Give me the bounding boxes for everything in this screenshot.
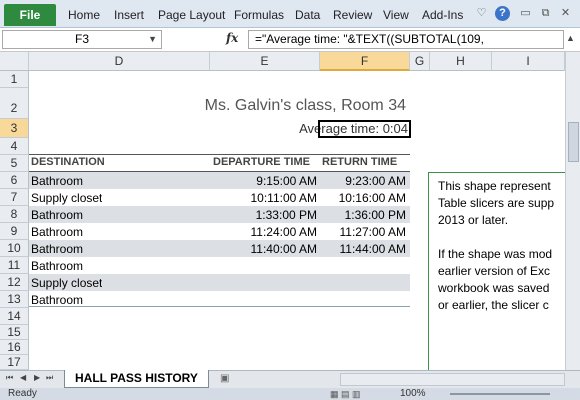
shape-text-line: earlier version of Exc bbox=[438, 264, 551, 278]
tab-view[interactable]: View bbox=[383, 8, 409, 22]
selected-cell-f3[interactable] bbox=[318, 120, 411, 138]
zoom-slider[interactable] bbox=[450, 393, 550, 395]
vertical-scroll-thumb[interactable] bbox=[568, 122, 579, 162]
column-header-g[interactable]: G bbox=[410, 52, 430, 71]
column-header-i[interactable]: I bbox=[492, 52, 565, 71]
shape-text-line: or earlier, the slicer c bbox=[438, 298, 549, 312]
row-header[interactable]: 11 bbox=[0, 257, 29, 274]
last-sheet-icon[interactable]: ⏭ bbox=[46, 373, 53, 383]
row-header[interactable]: 3 bbox=[0, 119, 29, 138]
return-cell[interactable]: 11:44:00 AM bbox=[320, 242, 407, 256]
tab-formulas[interactable]: Formulas bbox=[234, 8, 284, 22]
tab-home[interactable]: Home bbox=[68, 8, 100, 22]
row-header[interactable]: 9 bbox=[0, 223, 29, 240]
status-bar: Ready ▦ ▤ ▥ 100% bbox=[0, 388, 580, 400]
sheet-tab-hall-pass-history[interactable]: HALL PASS HISTORY bbox=[64, 370, 209, 388]
shape-text-line: If the shape was mod bbox=[438, 247, 553, 261]
next-sheet-icon[interactable]: ▶ bbox=[34, 373, 40, 382]
column-header-h[interactable]: H bbox=[430, 52, 492, 71]
tab-review[interactable]: Review bbox=[333, 8, 372, 22]
departure-cell[interactable]: 11:24:00 AM bbox=[210, 225, 318, 239]
name-box[interactable]: F3 ▼ bbox=[2, 30, 162, 49]
row-header[interactable]: 12 bbox=[0, 274, 29, 291]
row-header[interactable]: 17 bbox=[0, 355, 29, 370]
return-cell[interactable]: 1:36:00 PM bbox=[320, 208, 406, 222]
horizontal-scrollbar[interactable] bbox=[340, 373, 565, 386]
return-cell[interactable]: 10:16:00 AM bbox=[320, 191, 406, 205]
insert-sheet-icon[interactable]: ▣ bbox=[220, 373, 229, 384]
expand-formula-icon[interactable]: ▲ bbox=[566, 33, 575, 43]
row-header[interactable]: 14 bbox=[0, 308, 29, 325]
return-cell[interactable]: 9:23:00 AM bbox=[320, 174, 406, 188]
departure-cell[interactable]: 10:11:00 AM bbox=[210, 191, 318, 205]
row-header[interactable]: 5 bbox=[0, 155, 29, 172]
tab-page-layout[interactable]: Page Layout bbox=[158, 8, 225, 22]
header-return-time[interactable]: RETURN TIME bbox=[322, 156, 397, 168]
destination-cell[interactable]: Bathroom bbox=[31, 208, 83, 222]
row-header[interactable]: 15 bbox=[0, 325, 29, 340]
formula-input[interactable]: ="Average time: "&TEXT((SUBTOTAL(109, bbox=[248, 30, 564, 49]
view-mode-icons[interactable]: ▦ ▤ ▥ bbox=[330, 388, 361, 400]
departure-cell[interactable]: 9:15:00 AM bbox=[210, 174, 317, 188]
return-cell[interactable]: 11:27:00 AM bbox=[320, 225, 407, 239]
row-header[interactable]: 4 bbox=[0, 138, 29, 155]
table-bottom-border bbox=[29, 306, 410, 307]
status-ready: Ready bbox=[8, 388, 37, 399]
formula-bar: F3 ▼ fx ="Average time: "&TEXT((SUBTOTAL… bbox=[0, 28, 580, 52]
chevron-down-icon[interactable]: ▼ bbox=[148, 31, 157, 48]
destination-cell[interactable]: Bathroom bbox=[31, 259, 83, 273]
tab-add-ins[interactable]: Add-Ins bbox=[422, 8, 463, 22]
column-header-f[interactable]: F bbox=[320, 52, 410, 71]
select-all-corner[interactable] bbox=[0, 52, 29, 71]
destination-cell[interactable]: Bathroom bbox=[31, 174, 83, 188]
shape-text-line: 2013 or later. bbox=[438, 213, 509, 227]
header-departure-time[interactable]: DEPARTURE TIME bbox=[213, 156, 310, 168]
tab-data[interactable]: Data bbox=[295, 8, 320, 22]
help-icon[interactable]: ? bbox=[495, 6, 510, 21]
departure-cell[interactable]: 1:33:00 PM bbox=[210, 208, 317, 222]
destination-cell[interactable]: Bathroom bbox=[31, 225, 83, 239]
shape-text-line: workbook was saved bbox=[438, 281, 550, 295]
insert-function-button[interactable]: fx bbox=[226, 31, 238, 45]
row-header[interactable]: 13 bbox=[0, 291, 29, 308]
ribbon: File Home Insert Page Layout Formulas Da… bbox=[0, 0, 580, 28]
destination-cell[interactable]: Bathroom bbox=[31, 293, 83, 307]
column-header-d[interactable]: D bbox=[29, 52, 210, 71]
page-title: Ms. Galvin's class, Room 34 bbox=[204, 97, 406, 114]
name-box-value: F3 bbox=[74, 32, 89, 46]
destination-cell[interactable]: Supply closet bbox=[31, 276, 102, 290]
file-tab[interactable]: File bbox=[4, 4, 56, 26]
restore-icon[interactable]: ⧉ bbox=[538, 6, 553, 21]
destination-cell[interactable]: Supply closet bbox=[31, 191, 102, 205]
zoom-level[interactable]: 100% bbox=[400, 388, 426, 400]
heart-icon[interactable]: ♡ bbox=[474, 6, 489, 21]
row-header[interactable]: 10 bbox=[0, 240, 29, 257]
prev-sheet-icon[interactable]: ◀ bbox=[20, 373, 26, 382]
tab-insert[interactable]: Insert bbox=[114, 8, 144, 22]
column-header-e[interactable]: E bbox=[210, 52, 320, 71]
close-icon[interactable]: ✕ bbox=[558, 6, 573, 21]
header-destination[interactable]: DESTINATION bbox=[31, 156, 105, 168]
row-header[interactable]: 1 bbox=[0, 71, 29, 88]
row-header[interactable]: 8 bbox=[0, 206, 29, 223]
vertical-scrollbar[interactable] bbox=[565, 52, 580, 370]
row-header[interactable]: 2 bbox=[0, 88, 29, 119]
departure-cell[interactable]: 11:40:00 AM bbox=[210, 242, 318, 256]
shape-text-line: This shape represent bbox=[438, 179, 551, 193]
destination-cell[interactable]: Bathroom bbox=[31, 242, 83, 256]
row-header[interactable]: 6 bbox=[0, 172, 29, 189]
shape-text-line: Table slicers are supp bbox=[438, 196, 555, 210]
row-header[interactable]: 7 bbox=[0, 189, 29, 206]
sheet-tab-bar: ⏮ ◀ ▶ ⏭ HALL PASS HISTORY ▣ bbox=[0, 370, 580, 388]
first-sheet-icon[interactable]: ⏮ bbox=[6, 373, 13, 383]
table-header-divider bbox=[29, 154, 410, 155]
slicer-placeholder-shape[interactable]: This shape represent Table slicers are s… bbox=[428, 172, 580, 372]
row-header[interactable]: 16 bbox=[0, 340, 29, 355]
minimize-icon[interactable]: ▭ bbox=[518, 6, 533, 21]
shape-blank-line bbox=[438, 229, 579, 246]
